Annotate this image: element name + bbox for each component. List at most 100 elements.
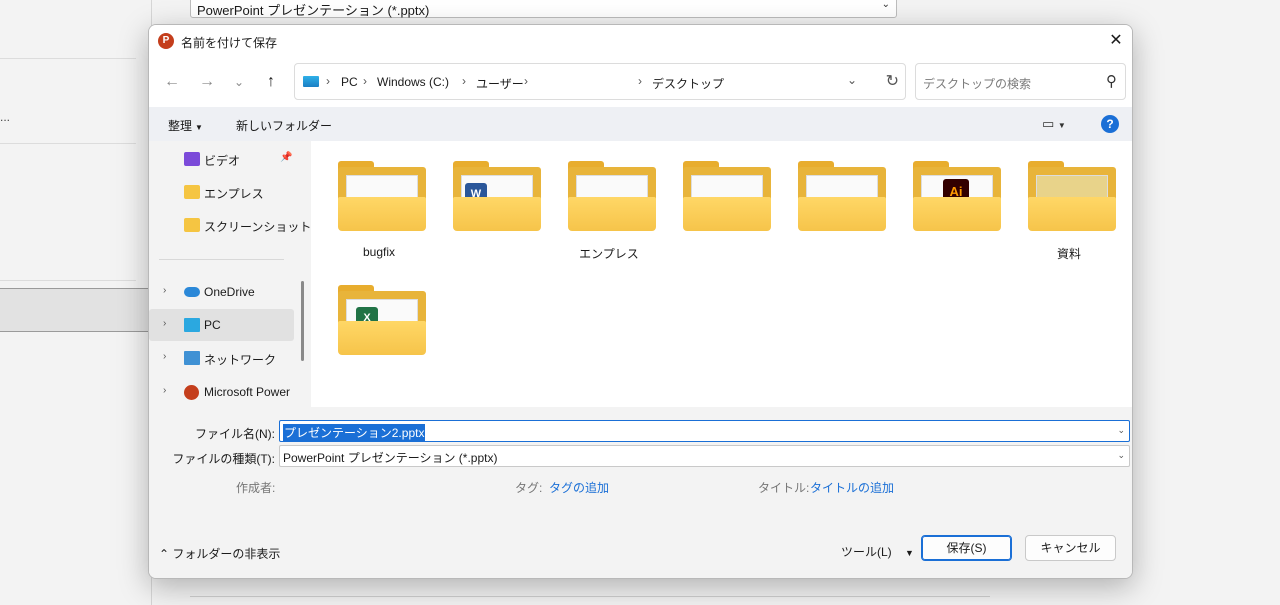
- folder-name: bugfix: [362, 245, 396, 259]
- powerpoint-icon: [184, 385, 199, 400]
- divider: [0, 280, 136, 281]
- tools-label: ツール(L): [841, 545, 892, 559]
- add-title-link[interactable]: タイトルの追加: [810, 479, 894, 496]
- divider: [159, 259, 284, 260]
- chevron-right-icon[interactable]: ›: [163, 351, 166, 362]
- video-icon: [184, 152, 200, 166]
- sidebar-item-powerpoint[interactable]: › Microsoft Power: [149, 376, 294, 408]
- search-icon: ⚲: [1106, 73, 1117, 90]
- forward-arrow-icon[interactable]: →: [196, 71, 218, 93]
- divider: [190, 596, 990, 597]
- folder-item[interactable]: エンプレス: [554, 155, 664, 275]
- onedrive-icon: [184, 287, 200, 297]
- chevron-right-icon: ›: [363, 74, 367, 88]
- background-panel: ...: [0, 0, 152, 605]
- caret-down-icon: ▼: [905, 548, 914, 558]
- folder-item[interactable]: 資料: [1014, 155, 1124, 275]
- chevron-right-icon[interactable]: ›: [163, 385, 166, 396]
- folder-icon: [184, 185, 200, 199]
- refresh-icon[interactable]: ↻: [886, 71, 899, 91]
- pin-icon: 📌: [280, 152, 293, 163]
- sidebar-item-label: PC: [204, 318, 221, 332]
- hide-folders-toggle[interactable]: ⌃ フォルダーの非表示: [159, 545, 280, 562]
- hide-folders-label: フォルダーの非表示: [172, 547, 281, 561]
- powerpoint-icon: P: [158, 33, 174, 49]
- chevron-right-icon: ›: [524, 74, 528, 88]
- pc-icon: [303, 76, 319, 87]
- chevron-right-icon: ›: [326, 74, 330, 88]
- folder-item[interactable]: [669, 155, 779, 275]
- folder-icon: [568, 161, 656, 231]
- sidebar-item-network[interactable]: › ネットワーク: [149, 342, 294, 374]
- save-button[interactable]: 保存(S): [921, 535, 1012, 561]
- filename-label: ファイル名(N):: [195, 427, 275, 441]
- filename-input[interactable]: プレゼンテーション2.pptx ⌄: [279, 420, 1130, 442]
- search-placeholder: デスクトップの検索: [923, 77, 1032, 91]
- folder-icon: X: [338, 285, 426, 355]
- filetype-label: ファイルの種類(T):: [172, 452, 275, 466]
- help-icon[interactable]: ?: [1101, 115, 1119, 133]
- sidebar-scrollbar[interactable]: [301, 281, 304, 361]
- organize-button[interactable]: 整理 ▼: [168, 117, 203, 134]
- command-bar: 整理 ▼ 新しいフォルダー ▭ ▼ ?: [149, 107, 1132, 141]
- chevron-right-icon: ›: [462, 74, 466, 88]
- sidebar-item-video[interactable]: ビデオ 📌: [149, 143, 294, 175]
- filetype-value: PowerPoint プレゼンテーション (*.pptx): [283, 451, 498, 465]
- back-arrow-icon[interactable]: ←: [161, 71, 183, 93]
- dialog-title: 名前を付けて保存: [181, 36, 278, 50]
- sidebar-item-pc[interactable]: › PC: [149, 309, 294, 341]
- chevron-down-icon: ⌄: [1117, 450, 1125, 460]
- tools-menu[interactable]: ツール(L) ▼: [841, 543, 914, 560]
- breadcrumb-desktop[interactable]: デスクトップ: [652, 75, 724, 92]
- search-box[interactable]: デスクトップの検索 ⚲: [915, 63, 1126, 100]
- folder-icon: [798, 161, 886, 231]
- chevron-right-icon[interactable]: ›: [163, 318, 166, 329]
- folder-item[interactable]: [784, 155, 894, 275]
- folder-item[interactable]: Ai: [899, 155, 1009, 275]
- chevron-right-icon[interactable]: ›: [163, 285, 166, 296]
- dialog-titlebar: P 名前を付けて保存 ✕: [149, 25, 1132, 57]
- chevron-down-icon[interactable]: ⌄: [847, 73, 857, 87]
- filename-value: プレゼンテーション2.pptx: [283, 424, 426, 441]
- folder-item[interactable]: W: [439, 155, 549, 275]
- background-filetype-combo[interactable]: PowerPoint プレゼンテーション (*.pptx) ⌄: [190, 0, 897, 18]
- author-label: 作成者:: [236, 481, 276, 495]
- tags-label: タグ:: [515, 481, 543, 495]
- folder-item[interactable]: bugfix: [324, 155, 434, 275]
- up-arrow-icon[interactable]: ↑: [260, 71, 282, 93]
- caret-down-icon: ▼: [195, 123, 203, 132]
- sidebar-item-empress[interactable]: エンプレス: [149, 176, 294, 208]
- sidebar-item-onedrive[interactable]: › OneDrive: [149, 276, 294, 308]
- sidebar-item-label: ビデオ: [204, 154, 241, 168]
- divider: [0, 143, 136, 144]
- chevron-right-icon: ›: [638, 74, 642, 88]
- background-filetype-value: PowerPoint プレゼンテーション (*.pptx): [197, 3, 430, 18]
- new-folder-button[interactable]: 新しいフォルダー: [236, 117, 332, 134]
- sidebar-item-screenshots[interactable]: スクリーンショット: [149, 209, 311, 241]
- organize-label: 整理: [168, 119, 193, 133]
- breadcrumb-pc[interactable]: PC: [341, 75, 358, 89]
- recent-locations-icon[interactable]: ⌄: [228, 71, 250, 93]
- add-tag-link[interactable]: タグの追加: [549, 479, 609, 496]
- background-selected-row: [0, 288, 152, 332]
- view-options-icon[interactable]: ▭ ▼: [1042, 116, 1066, 132]
- folder-icon: W: [453, 161, 541, 231]
- close-icon[interactable]: ✕: [1100, 25, 1132, 57]
- sidebar-item-label: エンプレス: [204, 187, 264, 201]
- chevron-down-icon[interactable]: ⌄: [1117, 425, 1125, 436]
- breadcrumb-users[interactable]: ユーザー: [476, 75, 524, 92]
- ellipsis-text: ...: [0, 110, 11, 124]
- folder-name: 資料: [1056, 247, 1081, 261]
- filetype-select[interactable]: PowerPoint プレゼンテーション (*.pptx) ⌄: [279, 445, 1130, 467]
- address-bar[interactable]: › PC › Windows (C:) › ユーザー › › デスクトップ ⌄ …: [294, 63, 906, 100]
- title-label: タイトル:: [758, 481, 810, 495]
- sidebar-item-label: スクリーンショット: [204, 220, 312, 234]
- cancel-button[interactable]: キャンセル: [1025, 535, 1116, 561]
- folder-name: エンプレス: [579, 247, 639, 261]
- folder-icon: [184, 218, 200, 232]
- folder-icon: Ai: [913, 161, 1001, 231]
- chevron-up-icon: ⌃: [159, 547, 170, 561]
- folder-item[interactable]: X: [324, 279, 434, 399]
- sidebar-item-label: ネットワーク: [204, 353, 277, 367]
- breadcrumb-drive[interactable]: Windows (C:): [377, 75, 449, 89]
